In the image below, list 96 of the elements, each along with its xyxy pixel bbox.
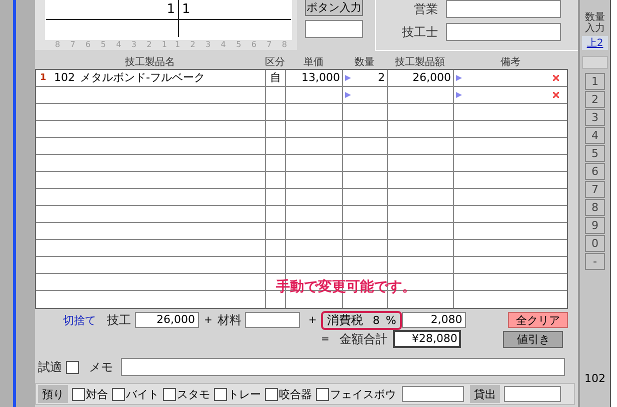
table-cell: 26,000 bbox=[388, 70, 454, 86]
column-header: 技工製品名 bbox=[124, 56, 176, 69]
checkbox-label: フェイスボウ bbox=[330, 386, 396, 402]
checkbox-label: 対合 bbox=[86, 386, 108, 402]
delete-icon[interactable] bbox=[553, 92, 559, 98]
column-header: 単価 bbox=[302, 56, 324, 69]
trial-label: 試適 bbox=[38, 358, 62, 376]
labor-label: 技工 bbox=[107, 312, 131, 328]
column-header: 数量 bbox=[354, 56, 376, 69]
checkbox[interactable] bbox=[112, 388, 125, 400]
quantity-value: 2 bbox=[378, 70, 385, 86]
discount-button[interactable]: 値引き bbox=[503, 330, 564, 348]
tax-rate[interactable]: 8 bbox=[372, 314, 380, 326]
clear-all-button[interactable]: 全クリア bbox=[508, 312, 568, 328]
tax-field[interactable]: 2,080 bbox=[402, 312, 466, 328]
checkbox[interactable] bbox=[66, 360, 79, 374]
checkbox-label: トレー bbox=[228, 386, 261, 402]
arrow-icon[interactable] bbox=[456, 92, 462, 98]
ruler-number: 6 bbox=[86, 40, 91, 49]
staff-label: 営業 bbox=[413, 0, 438, 18]
total-field: ¥28,080 bbox=[393, 330, 462, 348]
arrow-icon[interactable] bbox=[345, 92, 351, 98]
material-field[interactable] bbox=[245, 312, 300, 328]
checkbox[interactable] bbox=[163, 388, 176, 400]
equals-sign: = bbox=[321, 334, 330, 344]
text-field[interactable] bbox=[504, 386, 561, 402]
keypad-key[interactable]: 2 bbox=[585, 91, 605, 108]
checkbox[interactable] bbox=[316, 388, 329, 400]
keypad-key[interactable]: 4 bbox=[585, 127, 605, 144]
labor-field[interactable]: 26,000 bbox=[135, 312, 199, 328]
staff-label: 技工士 bbox=[401, 24, 438, 40]
column-header: 技工製品額 bbox=[394, 56, 446, 69]
material-label: 材料 bbox=[217, 312, 242, 328]
keypad-key[interactable]: 6 bbox=[585, 163, 605, 180]
upper-link[interactable]: 上2 bbox=[582, 36, 608, 50]
ruler-number: 3 bbox=[206, 40, 211, 49]
blank-field bbox=[582, 56, 608, 69]
total-label: 金額合計 bbox=[339, 330, 388, 348]
plus-sign: + bbox=[204, 314, 212, 326]
input-field[interactable] bbox=[305, 20, 363, 38]
deposit-button[interactable]: 預り bbox=[38, 385, 68, 403]
tax-label: 消費税 bbox=[326, 312, 363, 328]
keypad-key[interactable]: 5 bbox=[585, 145, 605, 162]
input-button[interactable]: ボタン入力 bbox=[305, 0, 363, 16]
column-header: 備考 bbox=[500, 56, 522, 69]
percent-sign: % bbox=[386, 314, 396, 326]
keypad-key[interactable]: 0 bbox=[585, 235, 605, 252]
ruler-number: 2 bbox=[146, 40, 152, 49]
plus-sign: + bbox=[308, 314, 317, 326]
tooth-number: 1 bbox=[182, 2, 192, 17]
ruler-number: 7 bbox=[70, 40, 76, 49]
table-cell: 13,000 bbox=[286, 70, 343, 86]
checkbox-label: バイト bbox=[126, 386, 159, 402]
keypad-key[interactable]: 7 bbox=[585, 181, 605, 198]
memo-field[interactable] bbox=[121, 358, 565, 376]
ruler-number: 6 bbox=[251, 40, 256, 49]
ruler-number: 5 bbox=[236, 40, 242, 49]
memo-label: メモ bbox=[89, 358, 113, 376]
ruler-number: 1 bbox=[162, 40, 167, 49]
product-name: メタルボンド-フルベーク bbox=[80, 70, 205, 86]
ruler-number: 1 bbox=[175, 40, 180, 49]
rounding-link[interactable]: 切捨て bbox=[63, 312, 107, 328]
ruler-number: 2 bbox=[190, 40, 196, 49]
column-header: 区分 bbox=[265, 56, 285, 69]
lend-button[interactable]: 貸出 bbox=[470, 385, 500, 403]
ruler-number: 8 bbox=[282, 40, 287, 49]
ruler-number: 4 bbox=[220, 40, 226, 49]
keypad-key[interactable]: 8 bbox=[585, 199, 605, 216]
product-code: 102 bbox=[54, 70, 76, 86]
ruler-number: 3 bbox=[131, 40, 136, 49]
table-cell: 自 bbox=[266, 70, 286, 86]
arrow-icon[interactable] bbox=[456, 75, 462, 81]
checkbox-label: 咬合器 bbox=[279, 386, 312, 402]
ruler-number: 8 bbox=[55, 40, 60, 49]
checkbox[interactable] bbox=[72, 388, 85, 400]
checkbox[interactable] bbox=[214, 388, 227, 400]
ruler-number: 5 bbox=[100, 40, 106, 49]
status-text: 102 bbox=[584, 372, 606, 385]
keypad-key[interactable]: 9 bbox=[585, 217, 605, 234]
ruler-number: 4 bbox=[116, 40, 122, 49]
arrow-icon[interactable] bbox=[345, 75, 351, 81]
row-number: 1 bbox=[39, 72, 48, 85]
delete-icon[interactable] bbox=[553, 75, 559, 81]
tooth-number: 1 bbox=[166, 2, 175, 17]
tooth-chart[interactable]: 1 1 8 7 6 5 4 3 2 1 1 2 3 4 5 6 7 8 bbox=[35, 0, 297, 50]
ruler-number: 7 bbox=[266, 40, 272, 49]
staff-field[interactable] bbox=[446, 23, 561, 41]
keypad-key[interactable]: 3 bbox=[585, 109, 605, 126]
annotation-text: 手動で変更可能です。 bbox=[276, 278, 416, 296]
text-field[interactable] bbox=[402, 386, 464, 402]
keypad-key[interactable]: - bbox=[585, 253, 605, 270]
checkbox[interactable] bbox=[265, 388, 278, 400]
quantity-input-label: 数量入力 bbox=[584, 12, 606, 34]
keypad-key[interactable]: 1 bbox=[585, 73, 605, 90]
staff-field[interactable] bbox=[446, 0, 561, 18]
checkbox-label: スタモ bbox=[177, 386, 210, 402]
